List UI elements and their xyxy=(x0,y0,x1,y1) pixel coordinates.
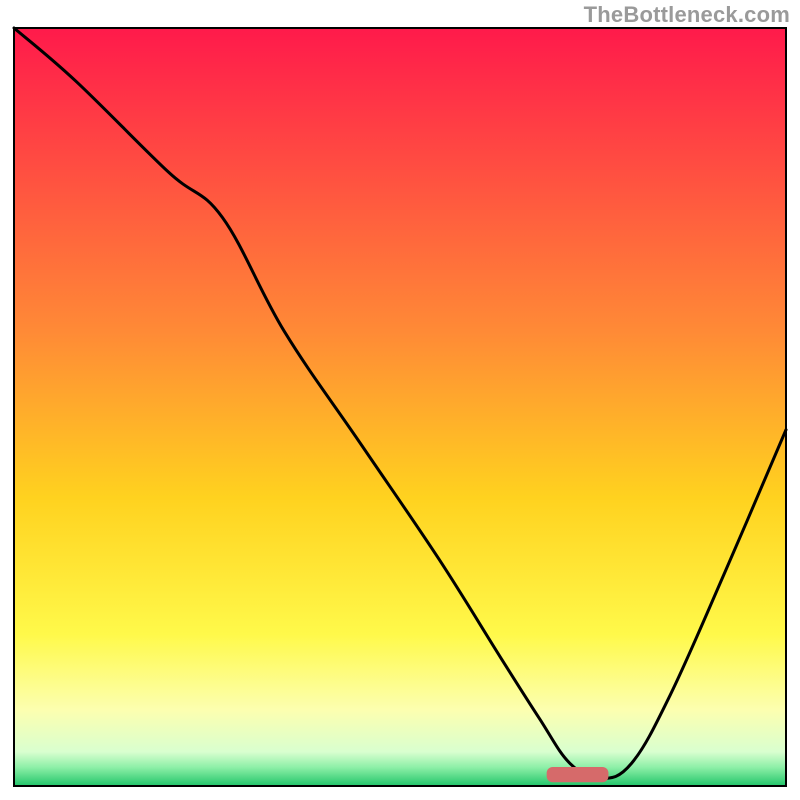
watermark-text: TheBottleneck.com xyxy=(584,2,790,28)
optimal-marker xyxy=(547,767,609,782)
gradient-background xyxy=(14,28,786,786)
bottleneck-chart: TheBottleneck.com xyxy=(0,0,800,800)
chart-canvas xyxy=(0,0,800,800)
